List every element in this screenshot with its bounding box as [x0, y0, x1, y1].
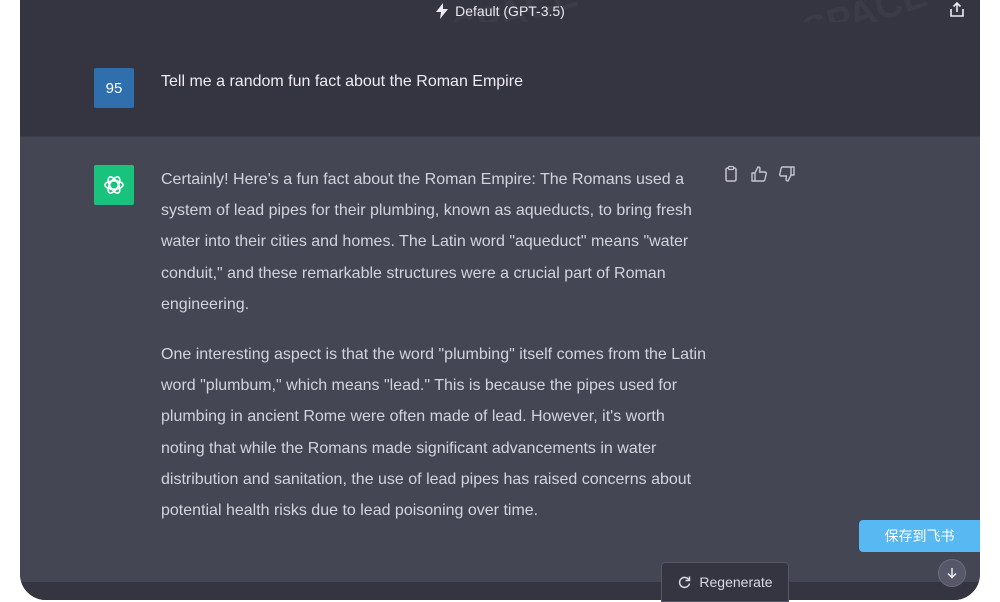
- model-header: Default (GPT-3.5): [20, 0, 980, 22]
- lightning-icon: [436, 3, 449, 19]
- thumbs-down-icon[interactable]: [778, 165, 796, 183]
- clipboard-icon[interactable]: [722, 165, 740, 183]
- scroll-down-button[interactable]: [938, 559, 966, 587]
- model-selector[interactable]: Default (GPT-3.5): [435, 3, 565, 19]
- chat-window: AI TALENT SPACE AI TALENT SPACE AI TALEN…: [20, 0, 980, 600]
- refresh-icon: [679, 576, 691, 589]
- openai-logo-icon: [104, 176, 124, 194]
- save-label: 保存到飞书: [884, 528, 955, 544]
- regenerate-button[interactable]: Regenerate: [661, 562, 789, 602]
- assistant-message-row: Certainly! Here's a fun fact about the R…: [20, 136, 980, 600]
- save-to-feishu-button[interactable]: 保存到飞书: [859, 520, 980, 552]
- arrow-down-icon: [947, 568, 957, 579]
- assistant-avatar: [94, 165, 134, 205]
- thumbs-up-icon[interactable]: [750, 165, 768, 183]
- avatar: 95: [94, 68, 134, 108]
- user-message-row: 95 Tell me a random fun fact about the R…: [20, 22, 980, 136]
- model-label: Default (GPT-3.5): [455, 3, 565, 19]
- avatar-initials: 95: [105, 79, 123, 97]
- message-actions: [722, 165, 796, 183]
- assistant-paragraph: One interesting aspect is that the word …: [161, 346, 706, 520]
- assistant-paragraph: Certainly! Here's a fun fact about the R…: [161, 171, 692, 313]
- user-message: Tell me a random fun fact about the Roma…: [161, 73, 523, 90]
- input-area-edge: [20, 582, 980, 600]
- regenerate-label: Regenerate: [699, 574, 773, 590]
- assistant-message: Certainly! Here's a fun fact about the R…: [161, 164, 706, 545]
- share-icon[interactable]: [948, 2, 966, 18]
